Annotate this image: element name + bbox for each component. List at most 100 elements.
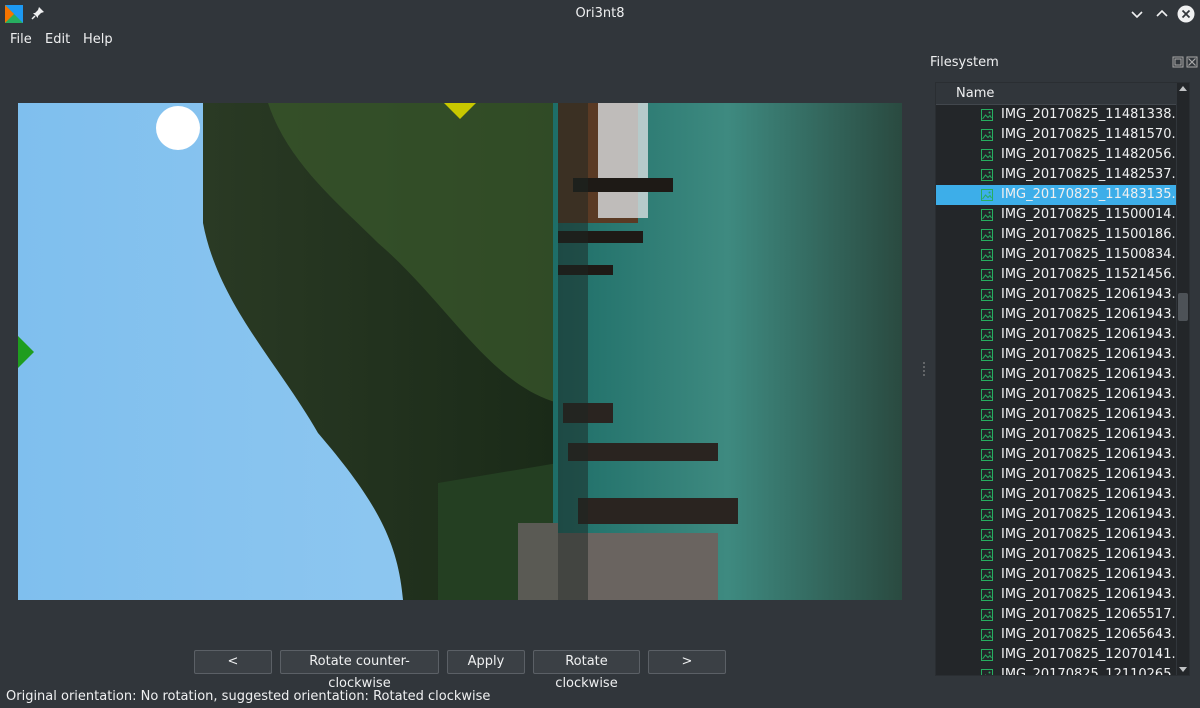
original-orientation-marker [18, 336, 34, 368]
file-row[interactable]: IMG_20170825_11500834... [936, 245, 1184, 265]
menu-help[interactable]: Help [83, 32, 113, 47]
file-name: IMG_20170825_12061943... [1001, 527, 1184, 542]
file-name: IMG_20170825_12061943... [1001, 287, 1184, 302]
image-file-icon [981, 309, 993, 321]
file-row[interactable]: IMG_20170825_12061943... [936, 445, 1184, 465]
file-name: IMG_20170825_12061943... [1001, 307, 1184, 322]
file-row[interactable]: IMG_20170825_12061943... [936, 405, 1184, 425]
file-row[interactable]: IMG_20170825_12110265... [936, 665, 1184, 675]
close-icon[interactable] [1177, 5, 1195, 23]
file-list: IMG_20170825_11481338... IMG_20170825_114… [936, 105, 1184, 675]
photo-preview [18, 103, 902, 600]
previous-button[interactable]: < [194, 650, 272, 674]
image-file-icon [981, 509, 993, 521]
splitter-handle[interactable] [922, 360, 926, 380]
file-name: IMG_20170825_12065517... [1001, 607, 1184, 622]
file-row[interactable]: IMG_20170825_11481570... [936, 125, 1184, 145]
file-row[interactable]: IMG_20170825_12061943... [936, 585, 1184, 605]
file-name: IMG_20170825_12110265... [1001, 667, 1184, 676]
scroll-down-arrow-icon[interactable] [1177, 663, 1189, 675]
image-file-icon [981, 389, 993, 401]
menu-edit[interactable]: Edit [45, 32, 70, 47]
suggested-orientation-marker [444, 103, 476, 119]
file-row[interactable]: IMG_20170825_11481338... [936, 105, 1184, 125]
file-row[interactable]: IMG_20170825_11521456... [936, 265, 1184, 285]
menu-file[interactable]: File [10, 32, 32, 47]
image-file-icon [981, 269, 993, 281]
file-name: IMG_20170825_11481570... [1001, 127, 1184, 142]
window-title: Ori3nt8 [575, 6, 625, 21]
file-row[interactable]: IMG_20170825_12061943... [936, 325, 1184, 345]
image-file-icon [981, 189, 993, 201]
file-row[interactable]: IMG_20170825_12065517... [936, 605, 1184, 625]
file-name: IMG_20170825_12061943... [1001, 427, 1184, 442]
file-name: IMG_20170825_12061943... [1001, 487, 1184, 502]
filesystem-tree[interactable]: Name IMG_20170825_11481338... IMG_2017082… [935, 82, 1190, 676]
dock-float-icon[interactable] [1172, 56, 1184, 68]
file-row[interactable]: IMG_20170825_12061943... [936, 565, 1184, 585]
file-name: IMG_20170825_11521456... [1001, 267, 1184, 282]
rotate-ccw-button[interactable]: Rotate counter-clockwise [280, 650, 439, 691]
title-bar: Ori3nt8 [0, 0, 1200, 28]
dock-title: Filesystem [930, 55, 999, 70]
image-file-icon [981, 489, 993, 501]
scroll-up-arrow-icon[interactable] [1177, 83, 1189, 95]
file-name: IMG_20170825_12061943... [1001, 547, 1184, 562]
file-name: IMG_20170825_12061943... [1001, 387, 1184, 402]
image-file-icon [981, 329, 993, 341]
image-file-icon [981, 349, 993, 361]
file-row[interactable]: IMG_20170825_12061943... [936, 285, 1184, 305]
file-row[interactable]: IMG_20170825_11500186... [936, 225, 1184, 245]
image-file-icon [981, 629, 993, 641]
column-header-name[interactable]: Name [956, 86, 994, 101]
image-file-icon [981, 369, 993, 381]
chevron-down-icon[interactable] [1128, 5, 1146, 23]
file-row[interactable]: IMG_20170825_12061943... [936, 505, 1184, 525]
tree-header[interactable]: Name [936, 83, 1176, 105]
file-row[interactable]: IMG_20170825_12061943... [936, 425, 1184, 445]
vertical-scrollbar[interactable] [1176, 83, 1189, 675]
image-file-icon [981, 569, 993, 581]
image-file-icon [981, 549, 993, 561]
apply-button[interactable]: Apply [447, 650, 525, 674]
file-name: IMG_20170825_12061943... [1001, 567, 1184, 582]
image-file-icon [981, 129, 993, 141]
file-row[interactable]: IMG_20170825_11482056... [936, 145, 1184, 165]
file-name: IMG_20170825_12061943... [1001, 507, 1184, 522]
file-name: IMG_20170825_12061943... [1001, 447, 1184, 462]
image-file-icon [981, 469, 993, 481]
file-name: IMG_20170825_12061943... [1001, 467, 1184, 482]
file-row[interactable]: IMG_20170825_11483135... [936, 185, 1184, 205]
next-button[interactable]: > [648, 650, 726, 674]
file-row[interactable]: IMG_20170825_11482537... [936, 165, 1184, 185]
file-name: IMG_20170825_11500186... [1001, 227, 1184, 242]
file-row[interactable]: IMG_20170825_12061943... [936, 305, 1184, 325]
file-name: IMG_20170825_12061943... [1001, 407, 1184, 422]
file-row[interactable]: IMG_20170825_12061943... [936, 465, 1184, 485]
scrollbar-thumb[interactable] [1178, 293, 1188, 321]
file-row[interactable]: IMG_20170825_12070141... [936, 645, 1184, 665]
dock-close-icon[interactable] [1186, 56, 1198, 68]
image-file-icon [981, 609, 993, 621]
file-name: IMG_20170825_12061943... [1001, 327, 1184, 342]
image-file-icon [981, 529, 993, 541]
image-file-icon [981, 669, 993, 675]
file-row[interactable]: IMG_20170825_12065643... [936, 625, 1184, 645]
file-row[interactable]: IMG_20170825_12061943... [936, 545, 1184, 565]
file-row[interactable]: IMG_20170825_12061943... [936, 385, 1184, 405]
file-row[interactable]: IMG_20170825_12061943... [936, 485, 1184, 505]
menu-bar: File Edit Help [0, 28, 1200, 52]
file-name: IMG_20170825_12061943... [1001, 367, 1184, 382]
status-text: Original orientation: No rotation, sugge… [6, 689, 491, 704]
file-row[interactable]: IMG_20170825_11500014... [936, 205, 1184, 225]
file-row[interactable]: IMG_20170825_12061943... [936, 365, 1184, 385]
file-row[interactable]: IMG_20170825_12061943... [936, 345, 1184, 365]
chevron-up-icon[interactable] [1153, 5, 1171, 23]
image-file-icon [981, 649, 993, 661]
image-file-icon [981, 229, 993, 241]
file-name: IMG_20170825_12061943... [1001, 587, 1184, 602]
file-name: IMG_20170825_12065643... [1001, 627, 1184, 642]
rotate-cw-button[interactable]: Rotate clockwise [533, 650, 640, 691]
file-name: IMG_20170825_11483135... [1001, 187, 1184, 202]
file-row[interactable]: IMG_20170825_12061943... [936, 525, 1184, 545]
